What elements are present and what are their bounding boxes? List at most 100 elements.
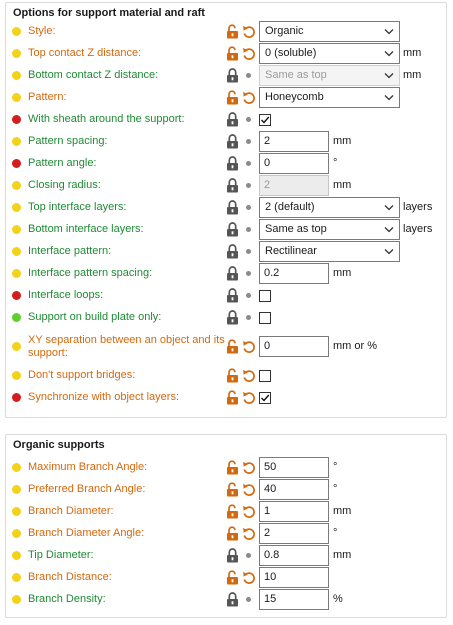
pattern-spacing-label: Pattern spacing: [28, 135, 108, 147]
pattern-dropdown[interactable]: Honeycomb [259, 87, 400, 108]
style-dropdown[interactable]: Organic [259, 21, 400, 42]
branch-diameter-angle-value: 2 [264, 527, 271, 539]
revert-arrow-icon[interactable] [242, 504, 256, 519]
bottom-interface-layers-dropdown[interactable]: Same as top [259, 219, 400, 240]
group-title-support: Options for support material and raft [13, 7, 205, 19]
bullet-icon [246, 161, 251, 166]
xy-separation-value: 0 [264, 340, 271, 352]
with-sheath-checkbox[interactable] [259, 114, 271, 126]
revert-arrow-icon[interactable] [242, 24, 256, 39]
mode-dot-icon [12, 463, 21, 472]
top-interface-layers-dropdown[interactable]: 2 (default) [259, 197, 400, 218]
revert-arrow-icon[interactable] [242, 368, 256, 383]
branch-diameter-unit: mm [333, 505, 352, 517]
revert-arrow-icon[interactable] [242, 482, 256, 497]
max-branch-angle-input[interactable]: 50 [259, 457, 329, 478]
revert-arrow-icon[interactable] [242, 526, 256, 541]
mode-dot-icon [12, 49, 21, 58]
with-sheath-label: With sheath around the support: [28, 113, 185, 125]
closed-lock-icon [226, 548, 239, 563]
revert-arrow-icon[interactable] [242, 460, 256, 475]
revert-arrow-icon[interactable] [242, 390, 256, 405]
interface-pattern-selected-value: Rectilinear [265, 245, 317, 257]
setting-row-pattern: Pattern: Honeycomb [6, 87, 446, 109]
pattern-spacing-input[interactable]: 2 [259, 131, 329, 152]
open-lock-icon[interactable] [226, 368, 239, 383]
mode-dot-icon [12, 247, 21, 256]
setting-row-branch-diameter: Branch Diameter: 1 mm [6, 501, 446, 523]
setting-row-interface-pattern: Interface pattern: Rectilinear [6, 241, 446, 263]
synchronize-layers-checkbox[interactable] [259, 392, 271, 404]
revert-arrow-icon[interactable] [242, 46, 256, 61]
closed-lock-icon [226, 156, 239, 171]
top-contact-z-dropdown[interactable]: 0 (soluble) [259, 43, 400, 64]
pattern-angle-unit: ° [333, 157, 338, 169]
closing-radius-label: Closing radius: [28, 179, 101, 191]
interface-pattern-dropdown[interactable]: Rectilinear [259, 241, 400, 262]
bottom-interface-layers-unit: layers [403, 223, 433, 235]
branch-diameter-angle-label: Branch Diameter Angle: [28, 527, 145, 539]
mode-dot-icon [12, 291, 21, 300]
open-lock-icon[interactable] [226, 482, 239, 497]
style-selected-value: Organic [265, 25, 304, 37]
branch-distance-input[interactable]: 10 [259, 567, 329, 588]
style-label: Style: [28, 25, 56, 37]
open-lock-icon[interactable] [226, 570, 239, 585]
bottom-interface-layers-label: Bottom interface layers: [28, 223, 144, 235]
mode-dot-icon [12, 93, 21, 102]
open-lock-icon[interactable] [226, 339, 239, 354]
open-lock-icon[interactable] [226, 460, 239, 475]
branch-diameter-input[interactable]: 1 [259, 501, 329, 522]
setting-row-top-contact-z: Top contact Z distance: 0 (soluble) mm [6, 43, 446, 65]
pattern-selected-value: Honeycomb [265, 91, 324, 103]
revert-arrow-icon[interactable] [242, 90, 256, 105]
open-lock-icon[interactable] [226, 504, 239, 519]
branch-diameter-label: Branch Diameter: [28, 505, 114, 517]
open-lock-icon[interactable] [226, 46, 239, 61]
xy-separation-input[interactable]: 0 [259, 336, 329, 357]
open-lock-icon[interactable] [226, 390, 239, 405]
bullet-icon [246, 249, 251, 254]
interface-loops-checkbox[interactable] [259, 290, 271, 302]
pattern-angle-input[interactable]: 0 [259, 153, 329, 174]
closed-lock-icon [226, 592, 239, 607]
branch-distance-label: Branch Distance: [28, 571, 112, 583]
bottom-contact-z-label: Bottom contact Z distance: [28, 69, 159, 81]
mode-dot-icon [12, 225, 21, 234]
xy-separation-unit: mm or % [333, 340, 377, 352]
closing-radius-input: 2 [259, 175, 329, 196]
interface-pattern-spacing-unit: mm [333, 267, 352, 279]
pattern-label: Pattern: [28, 91, 67, 103]
bullet-icon [246, 73, 251, 78]
bullet-icon [246, 293, 251, 298]
interface-pattern-spacing-input[interactable]: 0.2 [259, 263, 329, 284]
closed-lock-icon [226, 112, 239, 127]
support-on-build-plate-label: Support on build plate only: [28, 311, 162, 323]
setting-row-preferred-branch-angle: Preferred Branch Angle: 40 ° [6, 479, 446, 501]
dont-support-bridges-checkbox[interactable] [259, 370, 271, 382]
open-lock-icon[interactable] [226, 90, 239, 105]
branch-density-label: Branch Density: [28, 593, 106, 605]
open-lock-icon[interactable] [226, 24, 239, 39]
bullet-icon [246, 205, 251, 210]
revert-arrow-icon[interactable] [242, 570, 256, 585]
setting-row-interface-loops: Interface loops: [6, 285, 446, 307]
support-on-build-plate-checkbox[interactable] [259, 312, 271, 324]
tip-diameter-input[interactable]: 0.8 [259, 545, 329, 566]
open-lock-icon[interactable] [226, 526, 239, 541]
branch-diameter-angle-input[interactable]: 2 [259, 523, 329, 544]
setting-row-branch-diameter-angle: Branch Diameter Angle: 2 ° [6, 523, 446, 545]
branch-density-value: 15 [264, 593, 277, 605]
preferred-branch-angle-input[interactable]: 40 [259, 479, 329, 500]
branch-density-unit: % [333, 593, 343, 605]
branch-density-input[interactable]: 15 [259, 589, 329, 610]
setting-row-pattern-spacing: Pattern spacing: 2 mm [6, 131, 446, 153]
top-interface-layers-selected-value: 2 (default) [265, 201, 315, 213]
setting-row-bottom-contact-z: Bottom contact Z distance: Same as top m… [6, 65, 446, 87]
chevron-down-icon [384, 247, 394, 256]
setting-row-with-sheath: With sheath around the support: [6, 109, 446, 131]
bullet-icon [246, 183, 251, 188]
setting-row-bottom-interface-layers: Bottom interface layers: Same as top lay… [6, 219, 446, 241]
revert-arrow-icon[interactable] [242, 339, 256, 354]
mode-dot-icon [12, 573, 21, 582]
